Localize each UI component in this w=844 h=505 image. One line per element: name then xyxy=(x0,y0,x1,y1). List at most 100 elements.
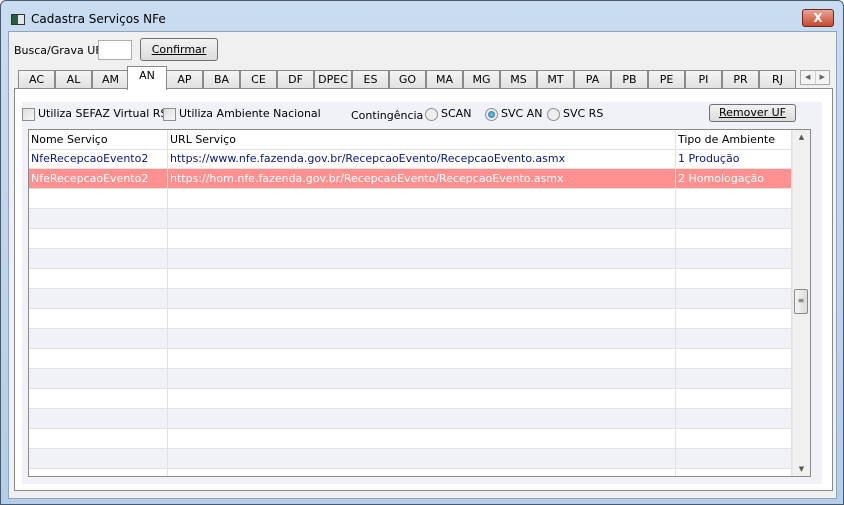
cell xyxy=(676,209,792,228)
tab-mt[interactable]: MT xyxy=(537,70,574,89)
close-button[interactable]: X xyxy=(802,9,834,27)
tab-ac[interactable]: AC xyxy=(18,70,55,89)
table-row-empty[interactable] xyxy=(29,369,792,389)
table-row-empty[interactable] xyxy=(29,469,792,476)
table-row-empty[interactable] xyxy=(29,389,792,409)
cell xyxy=(29,209,168,228)
checkbox-label: Utiliza Ambiente Nacional xyxy=(179,107,321,120)
client-area: Busca/Grava UF Confirmar AC AL AM AN AP BA CE D… xyxy=(8,31,837,499)
tab-ms[interactable]: MS xyxy=(500,70,537,89)
cell xyxy=(676,389,792,408)
tab-pi[interactable]: PI xyxy=(685,70,722,89)
cell xyxy=(168,349,676,368)
tab-al[interactable]: AL xyxy=(55,70,92,89)
column-header[interactable]: Tipo de Ambiente xyxy=(676,130,792,149)
tab-ba[interactable]: BA xyxy=(203,70,240,89)
cell-tipo: 2 Homologação xyxy=(676,169,792,188)
cell xyxy=(29,329,168,348)
table-row-empty[interactable] xyxy=(29,449,792,469)
cell xyxy=(168,249,676,268)
cell xyxy=(29,309,168,328)
table-row-empty[interactable] xyxy=(29,249,792,269)
cell xyxy=(29,389,168,408)
cell xyxy=(29,269,168,288)
title-bar: Cadastra Serviços NFe xyxy=(11,9,166,29)
services-table: Nome Serviço URL Serviço Tipo de Ambient… xyxy=(28,129,811,477)
tab-go[interactable]: GO xyxy=(389,70,426,89)
cell xyxy=(29,189,168,208)
checkbox-icon xyxy=(163,107,176,121)
checkbox-label: Utiliza SEFAZ Virtual RS xyxy=(38,107,168,120)
scrollbar-thumb[interactable]: ≡ xyxy=(794,289,808,314)
tab-ap[interactable]: AP xyxy=(166,70,203,89)
radio-label: SCAN xyxy=(441,107,472,120)
scroll-up-icon[interactable]: ▲ xyxy=(793,133,810,141)
cell xyxy=(676,309,792,328)
radio-label: SVC AN xyxy=(501,107,543,120)
tab-pa[interactable]: PA xyxy=(574,70,611,89)
tab-panel: Utiliza SEFAZ Virtual RS Utiliza Ambient… xyxy=(14,88,833,491)
column-header[interactable]: URL Serviço xyxy=(168,130,676,149)
radio-svc-rs[interactable]: SVC RS xyxy=(547,107,603,121)
confirm-button[interactable]: Confirmar xyxy=(140,38,218,61)
tab-pe[interactable]: PE xyxy=(648,70,685,89)
sefaz-virtual-rs-checkbox[interactable]: Utiliza SEFAZ Virtual RS xyxy=(22,107,167,121)
cell-nome: NfeRecepcaoEvento2 xyxy=(29,149,168,168)
contingencia-label: Contingência xyxy=(351,109,424,122)
radio-svc-an[interactable]: SVC AN xyxy=(485,107,542,121)
tab-pr[interactable]: PR xyxy=(722,70,759,89)
cell xyxy=(676,249,792,268)
cell xyxy=(676,369,792,388)
tab-es[interactable]: ES xyxy=(352,70,389,89)
tab-am[interactable]: AM xyxy=(92,70,129,89)
cell xyxy=(29,369,168,388)
cell xyxy=(168,289,676,308)
table-row-empty[interactable] xyxy=(29,349,792,369)
table-row-empty[interactable] xyxy=(29,189,792,209)
table-row-empty[interactable] xyxy=(29,229,792,249)
table-row-empty[interactable] xyxy=(29,289,792,309)
scroll-right-icon[interactable]: ▶ xyxy=(816,71,830,84)
radio-label: SVC RS xyxy=(563,107,604,120)
radio-icon xyxy=(547,107,560,121)
cell xyxy=(168,229,676,248)
table-row-empty[interactable] xyxy=(29,429,792,449)
cell xyxy=(676,269,792,288)
radio-scan[interactable]: SCAN xyxy=(425,107,471,121)
tab-pb[interactable]: PB xyxy=(611,70,648,89)
tab-dpec[interactable]: DPEC xyxy=(314,70,352,89)
window: Cadastra Serviços NFe X Busca/Grava UF C… xyxy=(0,0,844,505)
table-row-empty[interactable] xyxy=(29,269,792,289)
tab-mg[interactable]: MG xyxy=(463,70,500,89)
table-row-empty[interactable] xyxy=(29,309,792,329)
tab-ma[interactable]: MA xyxy=(426,70,463,89)
tab-an[interactable]: AN xyxy=(127,66,167,90)
table-row-empty[interactable] xyxy=(29,209,792,229)
table-row-empty[interactable] xyxy=(29,409,792,429)
search-label: Busca/Grava UF xyxy=(14,44,102,57)
vertical-scrollbar[interactable]: ▲ ≡ ▼ xyxy=(792,130,810,476)
table-row[interactable]: NfeRecepcaoEvento2 https://www.nfe.fazen… xyxy=(29,149,792,169)
scroll-left-icon[interactable]: ◀ xyxy=(801,71,816,84)
table-row-selected[interactable]: NfeRecepcaoEvento2 https://hom.nfe.fazen… xyxy=(29,169,792,189)
cell xyxy=(168,429,676,448)
tab-df[interactable]: DF xyxy=(277,70,314,89)
scroll-down-icon[interactable]: ▼ xyxy=(793,465,810,473)
cell xyxy=(168,269,676,288)
cell xyxy=(676,429,792,448)
cell xyxy=(29,349,168,368)
tab-rj[interactable]: RJ xyxy=(759,70,796,89)
column-header[interactable]: Nome Serviço xyxy=(29,130,168,149)
table-row-empty[interactable] xyxy=(29,329,792,349)
ambiente-nacional-checkbox[interactable]: Utiliza Ambiente Nacional xyxy=(163,107,321,121)
cell-url: https://www.nfe.fazenda.gov.br/RecepcaoE… xyxy=(168,149,676,168)
cell xyxy=(29,249,168,268)
uf-input[interactable] xyxy=(98,40,132,60)
cell xyxy=(168,469,676,476)
cell xyxy=(168,309,676,328)
cell xyxy=(168,369,676,388)
cell-nome: NfeRecepcaoEvento2 xyxy=(29,169,168,188)
tab-ce[interactable]: CE xyxy=(240,70,277,89)
cell xyxy=(29,469,168,476)
remove-uf-button[interactable]: Remover UF xyxy=(709,104,796,122)
